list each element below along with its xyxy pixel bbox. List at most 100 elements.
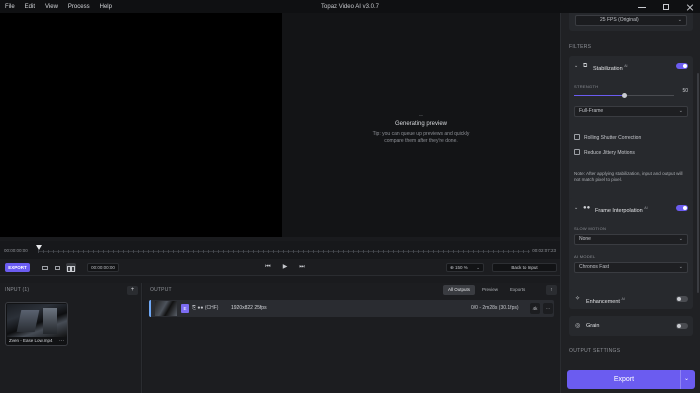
enhancement-card[interactable]: ✧ Enhancement AI <box>569 289 693 309</box>
back-to-input-button[interactable]: Back to Input <box>492 263 557 272</box>
output-tabs: All Outputs Preview Exports <box>443 285 530 295</box>
export-button[interactable]: Export ⌄ <box>567 370 695 389</box>
output-row[interactable]: E ⎘ ●● (CHF) 1920x822 25fps 0/0 - 2m28s … <box>149 300 554 317</box>
strength-label: STRENGTH <box>574 84 599 89</box>
ai-model-value: Chronos Fast <box>579 264 610 270</box>
loading-spinner-icon: .. <box>419 111 423 118</box>
settings-panel: 25 FPS (Original) ⌄ FILTERS ⌄ ⧉ Stabiliz… <box>560 13 700 393</box>
chevron-down-icon: ⌄ <box>678 264 683 270</box>
frame-interpolation-title: Frame Interpolation AI <box>595 206 648 214</box>
settings-scrollbar[interactable] <box>697 73 699 293</box>
skip-back-icon[interactable]: ⏮ <box>263 263 273 272</box>
reduce-jittery-label: Reduce Jittery Motions <box>584 150 635 156</box>
frame-rate-select[interactable]: 25 FPS (Original) ⌄ <box>575 15 687 26</box>
menu-edit[interactable]: Edit <box>20 4 40 10</box>
output-progress: 0/0 - 2m28s (30.1fps) <box>471 305 519 311</box>
chevron-down-icon[interactable]: ⌄ <box>574 62 578 70</box>
tab-exports[interactable]: Exports <box>505 285 530 295</box>
timeline[interactable]: 00:00:00:00 00:02:07:23 <box>0 241 560 259</box>
chevron-down-icon: ⌄ <box>678 236 683 242</box>
tab-preview[interactable]: Preview <box>477 285 503 295</box>
tab-all-outputs[interactable]: All Outputs <box>443 285 476 295</box>
menu-view[interactable]: View <box>40 4 63 10</box>
stabilization-mode-select[interactable]: Full-Frame ⌄ <box>574 106 688 117</box>
export-label: Export <box>613 376 635 383</box>
single-view-icon[interactable] <box>40 263 50 272</box>
skip-forward-icon[interactable]: ⏭ <box>297 263 307 272</box>
side-view-icon[interactable] <box>53 263 63 272</box>
export-clip-button[interactable]: EXPORT <box>5 263 30 272</box>
frame-interpolation-card: ⌄ ●● Frame Interpolation AI SLOW MOTION … <box>569 198 693 294</box>
strength-value: 50 <box>682 88 688 94</box>
chevron-down-icon[interactable]: ⌄ <box>680 370 692 389</box>
timecode-field[interactable]: 00:00:00:00 <box>87 263 119 272</box>
frame-interpolation-icon: ●● <box>583 205 591 211</box>
frame-interpolation-toggle[interactable] <box>676 205 688 211</box>
strength-slider[interactable] <box>574 93 674 98</box>
filters-label: FILTERS <box>569 44 592 50</box>
enhancement-icon: ✧ <box>575 296 581 302</box>
playhead-handle[interactable] <box>36 245 42 250</box>
chevron-down-icon: ⌄ <box>678 108 683 114</box>
add-input-button[interactable]: + <box>127 286 138 295</box>
menu-file[interactable]: File <box>0 4 20 10</box>
stabilization-mode-value: Full-Frame <box>579 108 604 114</box>
menu-help[interactable]: Help <box>95 4 117 10</box>
stabilization-icon: ⧉ <box>583 63 588 69</box>
split-view-icon[interactable] <box>66 263 76 272</box>
chevron-down-icon[interactable]: ⌄ <box>574 204 578 212</box>
grain-icon: ◎ <box>575 323 581 329</box>
zoom-chevron-icon: ⌄ <box>476 265 480 270</box>
output-quality-button[interactable]: 4k <box>530 303 540 314</box>
playback-controls: EXPORT 00:00:00:00 ⏮ ▶ ⏭ ⊕ 150 % ⌄ Back … <box>0 259 560 276</box>
output-panel: OUTPUT All Outputs Preview Exports ↑ E ⎘… <box>143 283 560 393</box>
stabilization-card: ⌄ ⧉ Stabilization AI STRENGTH 50 Full-Fr… <box>569 56 693 204</box>
output-more-button[interactable]: ··· <box>543 303 553 314</box>
menu-process[interactable]: Process <box>63 4 95 10</box>
chevron-down-icon: ⌄ <box>677 17 682 23</box>
rolling-shutter-label: Rolling Shutter Correction <box>584 135 642 141</box>
input-header: INPUT (1) <box>5 287 30 293</box>
strength-slider-fill <box>574 95 624 96</box>
preview-status-title: Generating preview <box>394 121 448 127</box>
timeline-start-time: 00:00:00:00 <box>4 248 28 253</box>
input-file-card[interactable]: Zven - Ease Low.mp4 ··· <box>5 302 68 346</box>
strength-slider-knob[interactable] <box>621 93 627 98</box>
window-controls <box>638 0 694 13</box>
grain-toggle[interactable] <box>676 323 688 329</box>
input-file-name: Zven - Ease Low.mp4 <box>9 338 53 343</box>
stabilization-header[interactable]: ⌄ ⧉ Stabilization AI <box>574 62 688 72</box>
frame-interpolation-header[interactable]: ⌄ ●● Frame Interpolation AI <box>574 204 688 214</box>
output-preview: .. Generating preview Tip: you can queue… <box>282 13 560 237</box>
grain-title: Grain <box>586 323 600 329</box>
stabilization-title: Stabilization AI <box>593 64 628 72</box>
rolling-shutter-checkbox[interactable] <box>574 134 580 140</box>
maximize-icon[interactable] <box>662 3 670 11</box>
minimize-icon[interactable] <box>638 3 646 11</box>
scrub-ticks <box>38 250 530 253</box>
slow-motion-select[interactable]: None ⌄ <box>574 234 688 245</box>
more-options-icon[interactable]: ··· <box>59 338 64 344</box>
input-panel: INPUT (1) + Zven - Ease Low.mp4 ··· <box>0 283 142 393</box>
stabilization-toggle[interactable] <box>676 63 688 69</box>
ai-model-select[interactable]: Chronos Fast ⌄ <box>574 262 688 273</box>
frame-rate-section: 25 FPS (Original) ⌄ <box>569 13 693 31</box>
frame-rate-value: 25 FPS (Original) <box>600 17 639 23</box>
enhancement-title: Enhancement AI <box>586 297 625 305</box>
menu-bar: File Edit View Process Help Topaz Video … <box>0 0 700 13</box>
output-model-icons: ⎘ ●● (CHF) <box>192 305 219 311</box>
zoom-select[interactable]: ⊕ 150 % ⌄ <box>446 263 484 272</box>
ai-model-label: AI MODEL <box>574 254 596 259</box>
preview-tip: Tip: you can queue up previews and quick… <box>372 131 470 144</box>
stabilization-note: Note: After applying stabilization, inpu… <box>574 171 683 183</box>
input-thumbnail <box>7 304 67 337</box>
play-icon[interactable]: ▶ <box>280 263 290 272</box>
zoom-value: 150 % <box>455 265 468 270</box>
reduce-jittery-checkbox[interactable] <box>574 149 580 155</box>
grain-card[interactable]: ◎ Grain <box>569 316 693 336</box>
upload-button[interactable]: ↑ <box>546 285 557 295</box>
output-header: OUTPUT <box>150 287 172 293</box>
output-spec: 1920x822 25fps <box>231 305 267 311</box>
close-icon[interactable] <box>686 3 694 11</box>
enhancement-toggle[interactable] <box>676 296 688 302</box>
